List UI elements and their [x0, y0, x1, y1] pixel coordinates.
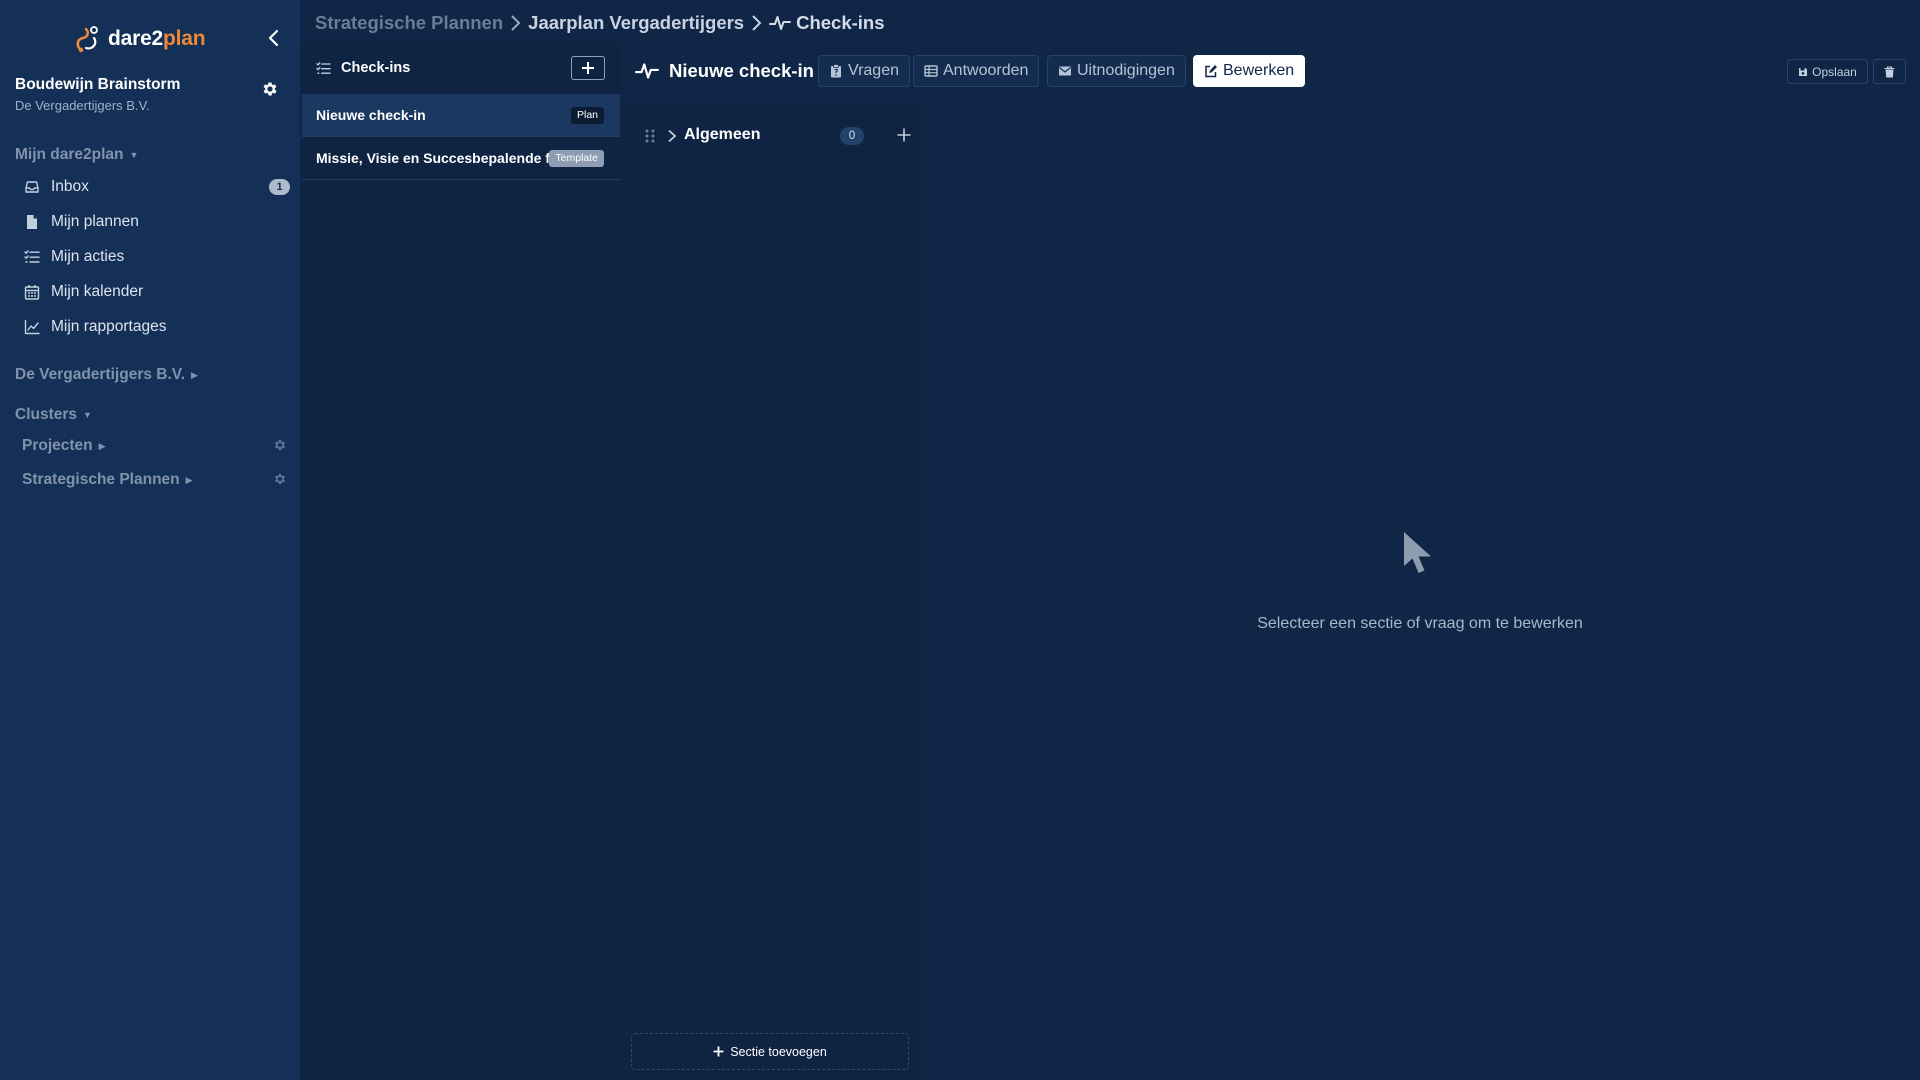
cluster-settings-icon[interactable]	[273, 472, 287, 486]
envelope-icon	[1059, 66, 1071, 76]
section-question-count-badge: 0	[840, 127, 864, 145]
add-question-icon[interactable]	[896, 127, 912, 143]
sidebar-item-mijn-kalender[interactable]: Mijn kalender	[24, 278, 290, 306]
gear-icon	[263, 82, 277, 96]
cluster-label: Strategische Plannen ▶	[22, 471, 193, 489]
logo-icon	[76, 26, 98, 53]
sidebar-item-label: Inbox	[51, 178, 89, 195]
plan-tag: Plan	[570, 107, 604, 124]
caret-right-icon: ▶	[185, 474, 193, 485]
sidebar-item-label: Mijn acties	[51, 248, 125, 265]
template-tag: Template	[549, 150, 604, 167]
cluster-label-text: Strategische Plannen	[22, 471, 180, 488]
file-icon	[27, 215, 37, 229]
section-title-label: De Vergadertijgers B.V.	[15, 366, 186, 383]
my-dare2plan-section[interactable]: Mijn dare2plan ▼	[15, 146, 138, 164]
collapse-sidebar-button[interactable]	[264, 28, 284, 48]
empty-state-message: Selecteer een sectie of vraag om te bewe…	[1257, 615, 1583, 632]
chart-line-icon	[24, 319, 40, 335]
checkins-list-panel: Check-ins Nieuwe check-in Plan Missie, V…	[302, 44, 620, 1080]
editor-title: Nieuwe check-in	[635, 60, 814, 82]
breadcrumb-current-label: Check-ins	[796, 12, 885, 33]
sidebar-item-inbox[interactable]: Inbox 1	[24, 173, 290, 201]
chevron-right-icon	[752, 15, 762, 31]
section-title-label: Clusters	[15, 406, 78, 423]
breadcrumb-item-strategische-plannen[interactable]: Strategische Plannen	[315, 12, 503, 34]
cluster-label: Projecten ▶	[22, 437, 106, 455]
cluster-label-text: Projecten	[22, 437, 93, 454]
heartbeat-icon	[635, 63, 659, 79]
add-section-button[interactable]: Sectie toevoegen	[631, 1033, 909, 1070]
list-item-title: Nieuwe check-in	[316, 107, 426, 123]
clusters-section[interactable]: Clusters ▼	[15, 406, 92, 424]
sidebar-item-label: Mijn plannen	[51, 213, 139, 230]
inbox-icon	[25, 181, 39, 193]
breadcrumb: Strategische Plannen Jaarplan Vergaderti…	[315, 11, 885, 35]
breadcrumb-item-jaarplan[interactable]: Jaarplan Vergadertijgers	[528, 12, 744, 34]
section-label[interactable]: Algemeen	[684, 126, 760, 144]
sidebar-item-label: Mijn rapportages	[51, 318, 167, 335]
plus-icon	[582, 62, 594, 74]
tab-label: Bewerken	[1223, 62, 1295, 79]
logo[interactable]: dare2plan	[74, 24, 206, 54]
user-organization: De Vergadertijgers B.V.	[15, 98, 150, 113]
caret-down-icon: ▼	[129, 150, 139, 160]
section-row-algemeen[interactable]: Algemeen 0	[644, 123, 911, 149]
tab-label: Vragen	[848, 62, 899, 79]
list-check-icon	[316, 61, 331, 74]
list-item[interactable]: Nieuwe check-in Plan	[302, 94, 620, 137]
cluster-item-projecten[interactable]: Projecten ▶	[22, 433, 287, 459]
editor-title-label: Nieuwe check-in	[669, 60, 814, 81]
add-checkin-button[interactable]	[571, 56, 605, 80]
save-button[interactable]: Opslaan	[1787, 59, 1868, 84]
calendar-icon	[24, 285, 40, 300]
chevron-right-icon[interactable]	[666, 129, 678, 143]
sidebar-item-label: Mijn kalender	[51, 283, 144, 300]
list-check-icon	[24, 250, 40, 263]
tab-label: Uitnodigingen	[1077, 62, 1175, 79]
tab-label: Antwoorden	[943, 62, 1029, 79]
caret-down-icon: ▼	[83, 410, 92, 420]
drag-handle-icon[interactable]	[644, 128, 656, 144]
delete-button[interactable]	[1873, 59, 1906, 84]
tab-antwoorden[interactable]: Antwoorden	[913, 55, 1040, 87]
list-item[interactable]: Missie, Visie en Succesbepalende f... Te…	[302, 137, 620, 180]
clipboard-icon	[831, 64, 841, 78]
logo-text: dare2plan	[108, 27, 206, 50]
save-label: Opslaan	[1812, 64, 1857, 79]
caret-right-icon: ▶	[98, 440, 106, 451]
cluster-settings-icon[interactable]	[273, 438, 287, 452]
plus-icon	[713, 1046, 724, 1057]
sections-panel: Algemeen 0 Sectie toevoegen	[620, 103, 920, 1080]
inbox-count-badge: 1	[269, 179, 290, 195]
user-name: Boudewijn Brainstorm	[15, 76, 181, 93]
mouse-pointer-icon	[1404, 532, 1431, 573]
list-header: Check-ins	[316, 60, 410, 76]
tab-bewerken[interactable]: Bewerken	[1193, 55, 1306, 87]
sidebar-item-mijn-acties[interactable]: Mijn acties	[24, 243, 290, 271]
tab-vragen[interactable]: Vragen	[818, 55, 910, 87]
chevron-right-icon	[511, 15, 521, 31]
add-section-label: Sectie toevoegen	[730, 1044, 827, 1059]
caret-right-icon: ▶	[191, 369, 198, 380]
list-title: Check-ins	[341, 60, 411, 76]
heartbeat-icon	[769, 16, 792, 30]
tab-uitnodigingen[interactable]: Uitnodigingen	[1047, 55, 1186, 87]
cluster-item-strategische-plannen[interactable]: Strategische Plannen ▶	[22, 467, 287, 493]
sidebar-item-mijn-plannen[interactable]: Mijn plannen	[24, 208, 290, 236]
edit-icon	[1205, 65, 1217, 78]
organization-section[interactable]: De Vergadertijgers B.V. ▶	[15, 366, 198, 384]
sidebar-item-mijn-rapportages[interactable]: Mijn rapportages	[24, 313, 290, 341]
list-item-title: Missie, Visie en Succesbepalende f...	[316, 150, 562, 166]
user-settings-button[interactable]	[261, 80, 279, 98]
floppy-disk-icon	[1799, 67, 1808, 76]
table-icon	[924, 65, 938, 77]
section-title-label: Mijn dare2plan	[15, 146, 124, 163]
chevron-left-icon	[268, 29, 279, 47]
trash-icon	[1884, 65, 1895, 77]
breadcrumb-current: Check-ins	[769, 12, 885, 34]
sidebar: dare2plan Boudewijn Brainstorm De Vergad…	[0, 0, 300, 1080]
